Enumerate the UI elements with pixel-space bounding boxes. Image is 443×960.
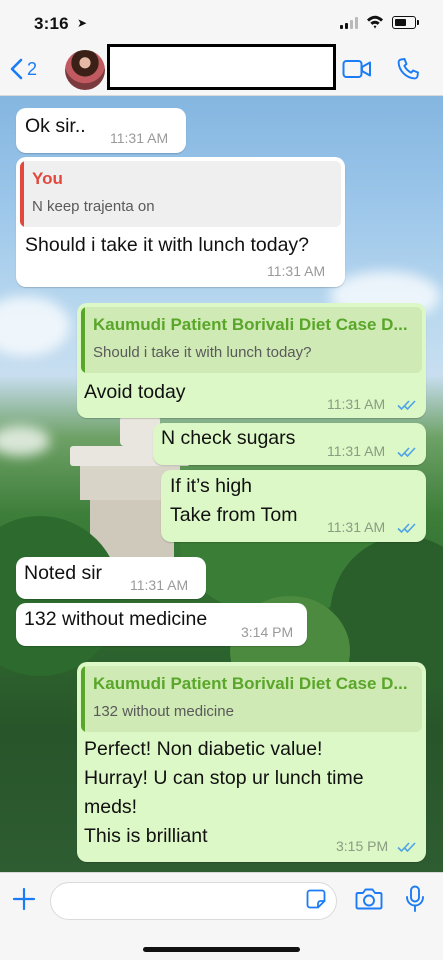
sticker-icon[interactable] <box>306 889 326 909</box>
composer-bar <box>0 872 443 960</box>
message-bubble[interactable]: 132 without medicine 3:14 PM <box>16 603 307 646</box>
quote-author: Kaumudi Patient Borivali Diet Case D... <box>93 674 408 693</box>
message-text: Noted sir <box>24 562 103 584</box>
message-text: 132 without medicine <box>24 608 208 630</box>
location-arrow-icon: ➤ <box>77 16 88 30</box>
message-time: 11:31 AM <box>327 396 386 412</box>
message-text: meds! <box>84 796 138 818</box>
home-indicator <box>143 947 300 952</box>
message-time: 3:14 PM <box>241 624 294 640</box>
message-input[interactable] <box>50 882 337 920</box>
wifi-icon <box>367 15 383 29</box>
video-camera-icon[interactable] <box>342 59 372 79</box>
message-bubble[interactable]: You N keep trajenta on Should i take it … <box>16 157 345 287</box>
message-time: 11:31 AM <box>110 130 169 146</box>
camera-icon[interactable] <box>355 887 383 911</box>
quote-bar <box>81 666 85 732</box>
message-bubble[interactable]: Noted sir 11:31 AM <box>16 557 206 599</box>
microphone-icon[interactable] <box>405 885 425 913</box>
chat-area[interactable]: Ok sir.. 11:31 AM You N keep trajenta on… <box>0 96 443 872</box>
message-text: This is brilliant <box>84 825 208 847</box>
message-time: 11:31 AM <box>327 443 386 459</box>
cellular-signal-icon <box>340 17 360 29</box>
plus-icon[interactable] <box>12 887 36 911</box>
avatar[interactable] <box>65 50 105 90</box>
message-bubble[interactable]: Kaumudi Patient Borivali Diet Case D... … <box>77 303 426 418</box>
message-text: Should i take it with lunch today? <box>25 234 310 256</box>
contact-name[interactable] <box>107 44 336 90</box>
status-time: 3:16 <box>34 14 69 33</box>
read-receipt-icon <box>397 447 416 458</box>
quoted-message[interactable]: You N keep trajenta on <box>20 161 341 227</box>
message-bubble[interactable]: N check sugars 11:31 AM <box>153 423 426 465</box>
status-bar: 3:16 ➤ <box>0 0 443 44</box>
message-time: 11:31 AM <box>130 577 189 593</box>
read-receipt-icon <box>397 523 416 534</box>
read-receipt-icon <box>397 842 416 853</box>
message-text: Avoid today <box>84 381 186 403</box>
quoted-message[interactable]: Kaumudi Patient Borivali Diet Case D... … <box>81 307 422 373</box>
message-text: Hurray! U can stop ur lunch time <box>84 767 364 789</box>
quote-author: You <box>32 169 63 188</box>
chevron-left-icon <box>10 58 23 80</box>
message-text: Ok sir.. <box>25 115 86 137</box>
message-time: 11:31 AM <box>267 263 326 279</box>
back-unread-count: 2 <box>27 58 38 79</box>
chat-header: 2 <box>0 44 443 96</box>
quote-text: 132 without medicine <box>93 703 234 720</box>
message-text: N check sugars <box>161 427 296 449</box>
battery-icon <box>392 16 419 29</box>
message-text: If it’s high <box>170 475 253 497</box>
message-bubble[interactable]: If it’s high Take from Tom 11:31 AM <box>161 470 426 542</box>
back-button[interactable]: 2 <box>10 58 37 80</box>
quote-bar <box>81 307 85 373</box>
quote-bar <box>20 161 24 227</box>
read-receipt-icon <box>397 400 416 411</box>
battery-level <box>394 18 406 26</box>
message-time: 11:31 AM <box>327 519 386 535</box>
quote-text: N keep trajenta on <box>32 198 155 215</box>
message-text: Perfect! Non diabetic value! <box>84 738 323 760</box>
quote-text: Should i take it with lunch today? <box>93 344 312 361</box>
message-bubble[interactable]: Kaumudi Patient Borivali Diet Case D... … <box>77 662 426 862</box>
message-time: 3:15 PM <box>336 838 389 854</box>
quote-author: Kaumudi Patient Borivali Diet Case D... <box>93 315 408 334</box>
message-text: Take from Tom <box>170 504 298 526</box>
message-bubble[interactable]: Ok sir.. 11:31 AM <box>16 108 186 153</box>
quoted-message[interactable]: Kaumudi Patient Borivali Diet Case D... … <box>81 666 422 732</box>
phone-icon[interactable] <box>396 57 420 81</box>
